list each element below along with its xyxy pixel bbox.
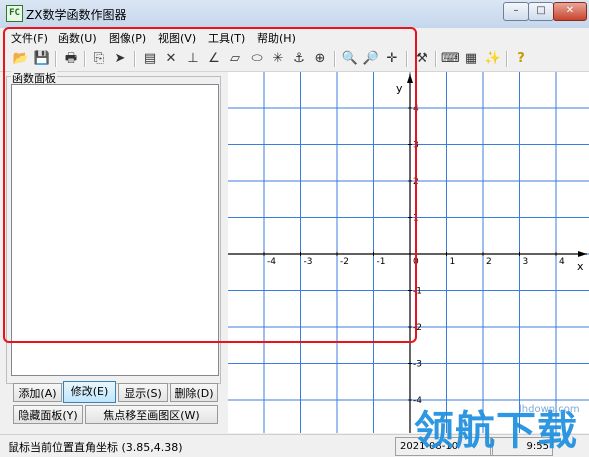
print-icon[interactable]: 🖶 [62, 50, 80, 68]
menu-view[interactable]: 视图(V) [158, 30, 196, 46]
toolbar-separator [406, 51, 408, 67]
toolbar-separator [84, 51, 86, 67]
menu-bar: 文件(F) 函数(U) 图像(P) 视图(V) 工具(T) 帮助(H) [0, 28, 589, 47]
focus-graph-button[interactable]: 焦点移至画图区(W) [85, 405, 218, 424]
window-title: ZX数学函数作图器 [26, 8, 127, 22]
x-tick-label: 1 [450, 257, 456, 267]
y-tick-label: 2 [413, 177, 419, 187]
asterisk-icon[interactable]: ✳ [269, 50, 287, 68]
zoom-in-icon[interactable]: 🔍 [341, 50, 359, 68]
toolbar-separator [134, 51, 136, 67]
ellipse-icon[interactable]: ⬭ [248, 50, 266, 68]
tools-icon[interactable]: ⚒ [413, 50, 431, 68]
menu-file[interactable]: 文件(F) [11, 30, 48, 46]
y-tick-label: -1 [413, 287, 422, 297]
x-axis-arrow [578, 251, 587, 257]
save-icon[interactable]: 💾 [33, 50, 51, 68]
toolbar: 📂 💾 🖶 ⎘ ➤ ▤ ✕ ⊥ ∠ ▱ ⬭ ✳ ⚓ ⊕ 🔍 🔎 ✛ ⚒ ⌨ ▦ … [0, 47, 589, 72]
close-button[interactable]: ✕ [553, 2, 587, 21]
hide-panel-button[interactable]: 隐藏面板(Y) [13, 405, 83, 424]
y-axis-label: y [396, 82, 403, 95]
coordinate-plane: -4 -3 -2 -1 0 1 2 3 44321-1-2-3-4xy [228, 72, 589, 433]
window-icon[interactable]: ▤ [141, 50, 159, 68]
y-tick-label: 3 [413, 141, 419, 151]
menu-image[interactable]: 图像(P) [109, 30, 146, 46]
x-tick-label: -2 [340, 257, 349, 267]
add-button[interactable]: 添加(A) [13, 383, 62, 402]
x-tick-label: 4 [559, 257, 565, 267]
toolbar-separator [435, 51, 437, 67]
toolbar-separator [506, 51, 508, 67]
target-icon[interactable]: ⊕ [311, 50, 329, 68]
watermark-url: lhdown.com [519, 404, 580, 415]
menu-tools[interactable]: 工具(T) [208, 30, 245, 46]
graph-area[interactable]: -4 -3 -2 -1 0 1 2 3 4 4 3 2 1 -1 -2 -3 -4 x y [228, 72, 589, 433]
toolbar-separator [55, 51, 57, 67]
y-tick-label: -2 [413, 323, 422, 333]
y-tick-label: 1 [413, 214, 419, 224]
x-tick-label: -4 [267, 257, 276, 267]
minimize-button[interactable]: – [503, 2, 529, 21]
x-tick-label: 2 [486, 257, 492, 267]
export-icon[interactable]: ➤ [111, 50, 129, 68]
maximize-button[interactable]: □ [528, 2, 554, 21]
angle-icon[interactable]: ∠ [205, 50, 223, 68]
menu-function[interactable]: 函数(U) [58, 30, 97, 46]
edit-button[interactable]: 修改(E) [63, 381, 116, 403]
axis-icon[interactable]: ⊥ [184, 50, 202, 68]
magic-wand-icon[interactable]: ✨ [484, 50, 502, 68]
x-axis-label: x [577, 260, 584, 273]
x-tick-label: 3 [523, 257, 529, 267]
open-folder-icon[interactable]: 📂 [12, 50, 30, 68]
x-tick-label: -1 [377, 257, 386, 267]
y-axis-arrow [407, 74, 413, 83]
delete-button[interactable]: 删除(D) [170, 383, 218, 402]
toolbar-separator [334, 51, 336, 67]
show-button[interactable]: 显示(S) [118, 383, 168, 402]
coordinate-readout: 鼠标当前位置直角坐标 (3.85,4.38) [8, 441, 183, 454]
parallelogram-icon[interactable]: ▱ [226, 50, 244, 68]
copy-icon[interactable]: ⎘ [90, 50, 108, 68]
menu-help[interactable]: 帮助(H) [257, 30, 296, 46]
help-icon[interactable]: ? [512, 50, 530, 68]
y-tick-label: -3 [413, 360, 422, 370]
table-icon[interactable]: ▦ [462, 50, 480, 68]
app-window: FC ZX数学函数作图器 – □ ✕ 文件(F) 函数(U) 图像(P) 视图(… [0, 0, 589, 457]
anchor-icon[interactable]: ⚓ [290, 50, 308, 68]
x-tick-label: -3 [304, 257, 313, 267]
intersect-icon[interactable]: ✕ [162, 50, 180, 68]
crosshair-icon[interactable]: ✛ [383, 50, 401, 68]
title-bar: FC ZX数学函数作图器 – □ ✕ [0, 0, 589, 29]
keyboard-icon[interactable]: ⌨ [441, 50, 460, 68]
app-icon: FC [6, 5, 23, 22]
function-list[interactable] [11, 84, 219, 376]
zoom-out-icon[interactable]: 🔎 [362, 50, 380, 68]
y-tick-label: 4 [413, 104, 419, 114]
x-tick-label: 0 [413, 257, 419, 267]
